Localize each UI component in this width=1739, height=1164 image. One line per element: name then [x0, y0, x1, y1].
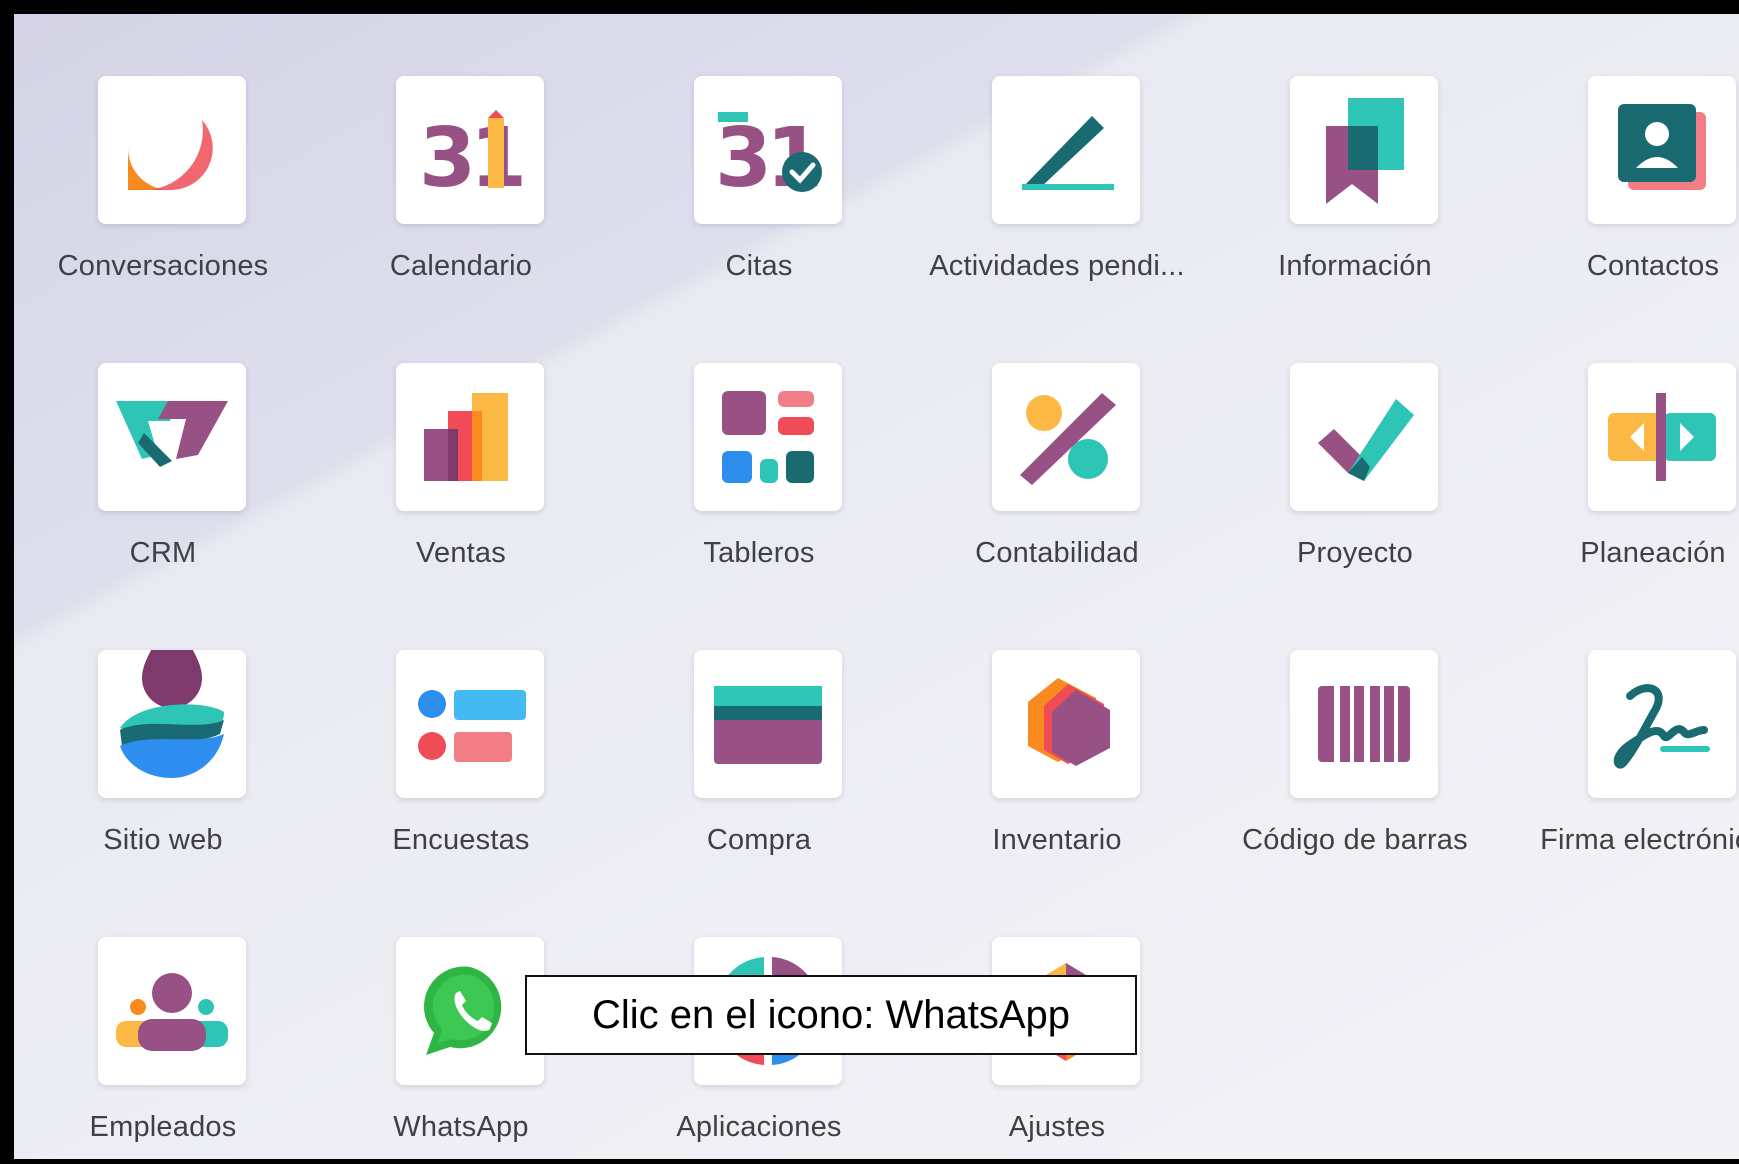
app-label: Información	[1278, 250, 1432, 282]
firma-icon[interactable]	[1588, 650, 1736, 798]
compra-icon[interactable]	[694, 650, 842, 798]
app-crm[interactable]: CRM	[14, 363, 312, 613]
app-label: Encuestas	[392, 824, 530, 856]
app-proyecto[interactable]: Proyecto	[1206, 363, 1504, 613]
svg-text:31: 31	[419, 111, 522, 206]
app-label: Conversaciones	[57, 250, 269, 282]
app-launcher: Conversaciones 31 Calendario 31 Citas Ac…	[0, 0, 1739, 1164]
instruction-tooltip: Clic en el icono: WhatsApp	[525, 975, 1137, 1055]
app-conversaciones[interactable]: Conversaciones	[14, 76, 312, 326]
conversaciones-icon[interactable]	[98, 76, 246, 224]
inventario-icon[interactable]	[992, 650, 1140, 798]
app-label: Actividades pendi...	[929, 250, 1185, 282]
crm-icon[interactable]	[98, 363, 246, 511]
app-empleados[interactable]: Empleados	[14, 937, 312, 1159]
app-label: Inventario	[992, 824, 1122, 856]
informacion-icon[interactable]	[1290, 76, 1438, 224]
citas-icon[interactable]: 31	[694, 76, 842, 224]
app-label: Firma electrónica	[1540, 824, 1739, 856]
planeacion-icon[interactable]	[1588, 363, 1736, 511]
app-label: Sitio web	[103, 824, 223, 856]
app-label: Código de barras	[1242, 824, 1468, 856]
app-label: Ajustes	[1008, 1111, 1106, 1143]
app-label: Proyecto	[1296, 537, 1414, 569]
contabilidad-icon[interactable]	[992, 363, 1140, 511]
app-label: Planeación	[1580, 537, 1726, 569]
app-encuestas[interactable]: Encuestas	[312, 650, 610, 900]
ventas-icon[interactable]	[396, 363, 544, 511]
encuestas-icon[interactable]	[396, 650, 544, 798]
app-ventas[interactable]: Ventas	[312, 363, 610, 613]
codigo-barras-icon[interactable]	[1290, 650, 1438, 798]
app-label: Ventas	[416, 537, 506, 569]
empleados-icon[interactable]	[98, 937, 246, 1085]
app-label: Tableros	[703, 537, 815, 569]
app-label: Citas	[725, 250, 793, 282]
app-label: CRM	[129, 537, 197, 569]
app-contactos[interactable]: Contactos	[1504, 76, 1739, 326]
contactos-icon[interactable]	[1588, 76, 1736, 224]
app-label: Aplicaciones	[676, 1111, 842, 1143]
app-planeacion[interactable]: Planeación	[1504, 363, 1739, 613]
app-compra[interactable]: Compra	[610, 650, 908, 900]
app-calendario[interactable]: 31 Calendario	[312, 76, 610, 326]
app-label: Empleados	[89, 1111, 237, 1143]
whatsapp-icon[interactable]	[396, 937, 544, 1085]
calendario-icon[interactable]: 31	[396, 76, 544, 224]
sitio-web-icon[interactable]	[98, 650, 246, 798]
app-firma[interactable]: Firma electrónica	[1504, 650, 1739, 900]
app-label: Calendario	[389, 250, 533, 282]
app-citas[interactable]: 31 Citas	[610, 76, 908, 326]
app-tableros[interactable]: Tableros	[610, 363, 908, 613]
app-label: WhatsApp	[393, 1111, 529, 1143]
app-codigo-barras[interactable]: Código de barras	[1206, 650, 1504, 900]
app-label: Contabilidad	[975, 537, 1139, 569]
actividades-icon[interactable]	[992, 76, 1140, 224]
app-label: Contactos	[1586, 250, 1720, 282]
app-actividades[interactable]: Actividades pendi...	[908, 76, 1206, 326]
app-informacion[interactable]: Información	[1206, 76, 1504, 326]
tableros-icon[interactable]	[694, 363, 842, 511]
app-inventario[interactable]: Inventario	[908, 650, 1206, 900]
app-contabilidad[interactable]: Contabilidad	[908, 363, 1206, 613]
proyecto-icon[interactable]	[1290, 363, 1438, 511]
app-label: Compra	[706, 824, 812, 856]
app-sitio-web[interactable]: Sitio web	[14, 650, 312, 900]
